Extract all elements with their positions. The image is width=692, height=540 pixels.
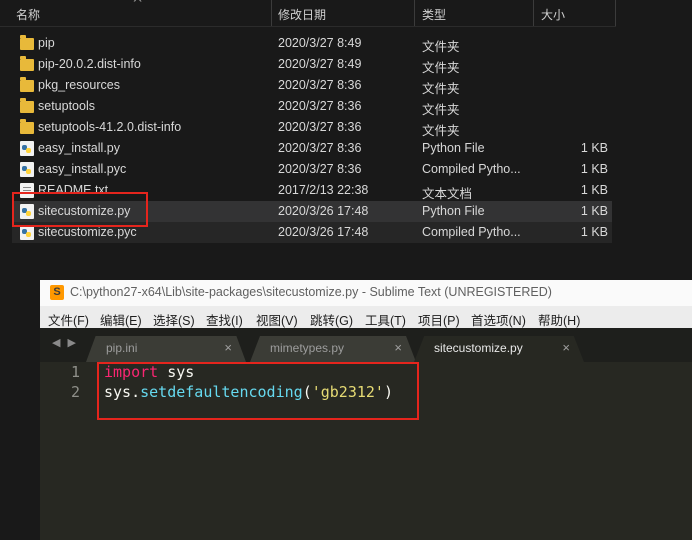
file-row[interactable]: setuptools-41.2.0.dist-info 2020/3/27 8:… xyxy=(12,117,612,138)
line-number: 2 xyxy=(70,383,80,401)
folder-icon xyxy=(20,77,34,92)
file-type: Python File xyxy=(422,204,485,218)
column-divider[interactable] xyxy=(271,0,272,26)
menu-preferences[interactable]: 首选项(N) xyxy=(471,310,526,329)
column-divider[interactable] xyxy=(615,0,616,26)
menu-project[interactable]: 项目(P) xyxy=(418,310,460,329)
tab-pip-ini[interactable]: pip.ini × xyxy=(86,336,246,362)
file-type: Compiled Pytho... xyxy=(422,225,521,239)
tab-sitecustomize-py[interactable]: sitecustomize.py × xyxy=(414,336,584,362)
file-type: 文本文档 xyxy=(422,187,473,201)
menu-goto[interactable]: 跳转(G) xyxy=(310,310,353,329)
file-row[interactable]: easy_install.pyc 2020/3/27 8:36 Compiled… xyxy=(12,159,612,180)
file-type: 文件夹 xyxy=(422,61,460,75)
column-divider[interactable] xyxy=(533,0,534,26)
file-row[interactable]: easy_install.py 2020/3/27 8:36 Python Fi… xyxy=(12,138,612,159)
file-row[interactable]: pip 2020/3/27 8:49 文件夹 xyxy=(12,33,612,54)
window-titlebar[interactable]: S C:\python27-x64\Lib\site-packages\site… xyxy=(40,280,692,306)
folder-icon xyxy=(20,35,34,50)
folder-icon xyxy=(20,98,34,113)
file-date: 2020/3/27 8:36 xyxy=(278,120,362,134)
file-date: 2020/3/26 17:48 xyxy=(278,204,369,218)
file-date: 2020/3/27 8:36 xyxy=(278,78,362,92)
file-date: 2020/3/27 8:36 xyxy=(278,141,362,155)
tab-mimetypes-py[interactable]: mimetypes.py × xyxy=(250,336,416,362)
menu-file[interactable]: 文件(F) xyxy=(48,310,89,329)
folder-icon xyxy=(20,119,34,134)
window-title: C:\python27-x64\Lib\site-packages\sitecu… xyxy=(70,285,552,299)
file-row[interactable]: pip-20.0.2.dist-info 2020/3/27 8:49 文件夹 xyxy=(12,54,612,75)
file-name: pip xyxy=(38,36,55,50)
file-type: Compiled Pytho... xyxy=(422,162,521,176)
file-name: pkg_resources xyxy=(38,78,120,92)
file-date: 2020/3/27 8:36 xyxy=(278,162,362,176)
menu-selection[interactable]: 选择(S) xyxy=(153,310,195,329)
close-icon[interactable]: × xyxy=(562,340,570,355)
tab-label: mimetypes.py xyxy=(270,341,345,355)
file-name: setuptools-41.2.0.dist-info xyxy=(38,120,182,134)
menu-view[interactable]: 视图(V) xyxy=(256,310,298,329)
file-type: 文件夹 xyxy=(422,103,460,117)
menu-tools[interactable]: 工具(T) xyxy=(365,310,406,329)
file-type: 文件夹 xyxy=(422,124,460,138)
file-size: 1 KB xyxy=(580,183,608,197)
file-row[interactable]: setuptools 2020/3/27 8:36 文件夹 xyxy=(12,96,612,117)
file-size: 1 KB xyxy=(580,225,608,239)
sort-ascending-icon: ^ xyxy=(133,0,142,8)
menu-bar: 文件(F) 编辑(E) 选择(S) 查找(I) 视图(V) 跳转(G) 工具(T… xyxy=(40,306,692,328)
file-name: setuptools xyxy=(38,99,95,113)
python-file-icon xyxy=(20,162,34,177)
file-name: sitecustomize.pyc xyxy=(38,225,137,239)
tab-scroll-arrows-icon[interactable]: ◀ ▶ xyxy=(52,336,78,349)
file-explorer: 名称 ^ 修改日期 类型 大小 pip 2020/3/27 8:49 文件夹 p… xyxy=(0,0,692,268)
file-size: 1 KB xyxy=(580,162,608,176)
file-size: 1 KB xyxy=(580,141,608,155)
menu-edit[interactable]: 编辑(E) xyxy=(100,310,142,329)
menu-help[interactable]: 帮助(H) xyxy=(538,310,580,329)
column-size-header[interactable]: 大小 xyxy=(541,6,565,23)
sublime-logo-icon: S xyxy=(50,285,64,300)
file-type: Python File xyxy=(422,141,485,155)
highlight-box xyxy=(97,362,419,420)
menu-find[interactable]: 查找(I) xyxy=(206,310,243,329)
file-name: easy_install.py xyxy=(38,141,120,155)
file-type: 文件夹 xyxy=(422,82,460,96)
file-date: 2020/3/27 8:49 xyxy=(278,36,362,50)
file-date: 2020/3/26 17:48 xyxy=(278,225,369,239)
highlight-box xyxy=(12,192,148,227)
column-date-header[interactable]: 修改日期 xyxy=(278,6,326,23)
column-header-bar: 名称 ^ 修改日期 类型 大小 xyxy=(0,0,616,27)
close-icon[interactable]: × xyxy=(224,340,232,355)
column-divider[interactable] xyxy=(414,0,415,26)
file-date: 2020/3/27 8:49 xyxy=(278,57,362,71)
folder-icon xyxy=(20,56,34,71)
tab-bar: ◀ ▶ pip.ini × mimetypes.py × sitecustomi… xyxy=(40,328,692,362)
column-name-header[interactable]: 名称 xyxy=(16,6,40,23)
file-row[interactable]: pkg_resources 2020/3/27 8:36 文件夹 xyxy=(12,75,612,96)
tab-label: sitecustomize.py xyxy=(434,341,523,355)
close-icon[interactable]: × xyxy=(394,340,402,355)
file-name: easy_install.pyc xyxy=(38,162,127,176)
tab-label: pip.ini xyxy=(106,341,138,355)
column-type-header[interactable]: 类型 xyxy=(422,6,446,23)
file-type: 文件夹 xyxy=(422,40,460,54)
line-number: 1 xyxy=(70,363,80,381)
file-name: pip-20.0.2.dist-info xyxy=(38,57,141,71)
file-date: 2017/2/13 22:38 xyxy=(278,183,369,197)
python-file-icon xyxy=(20,141,34,156)
file-date: 2020/3/27 8:36 xyxy=(278,99,362,113)
file-size: 1 KB xyxy=(580,204,608,218)
python-file-icon xyxy=(20,225,34,240)
